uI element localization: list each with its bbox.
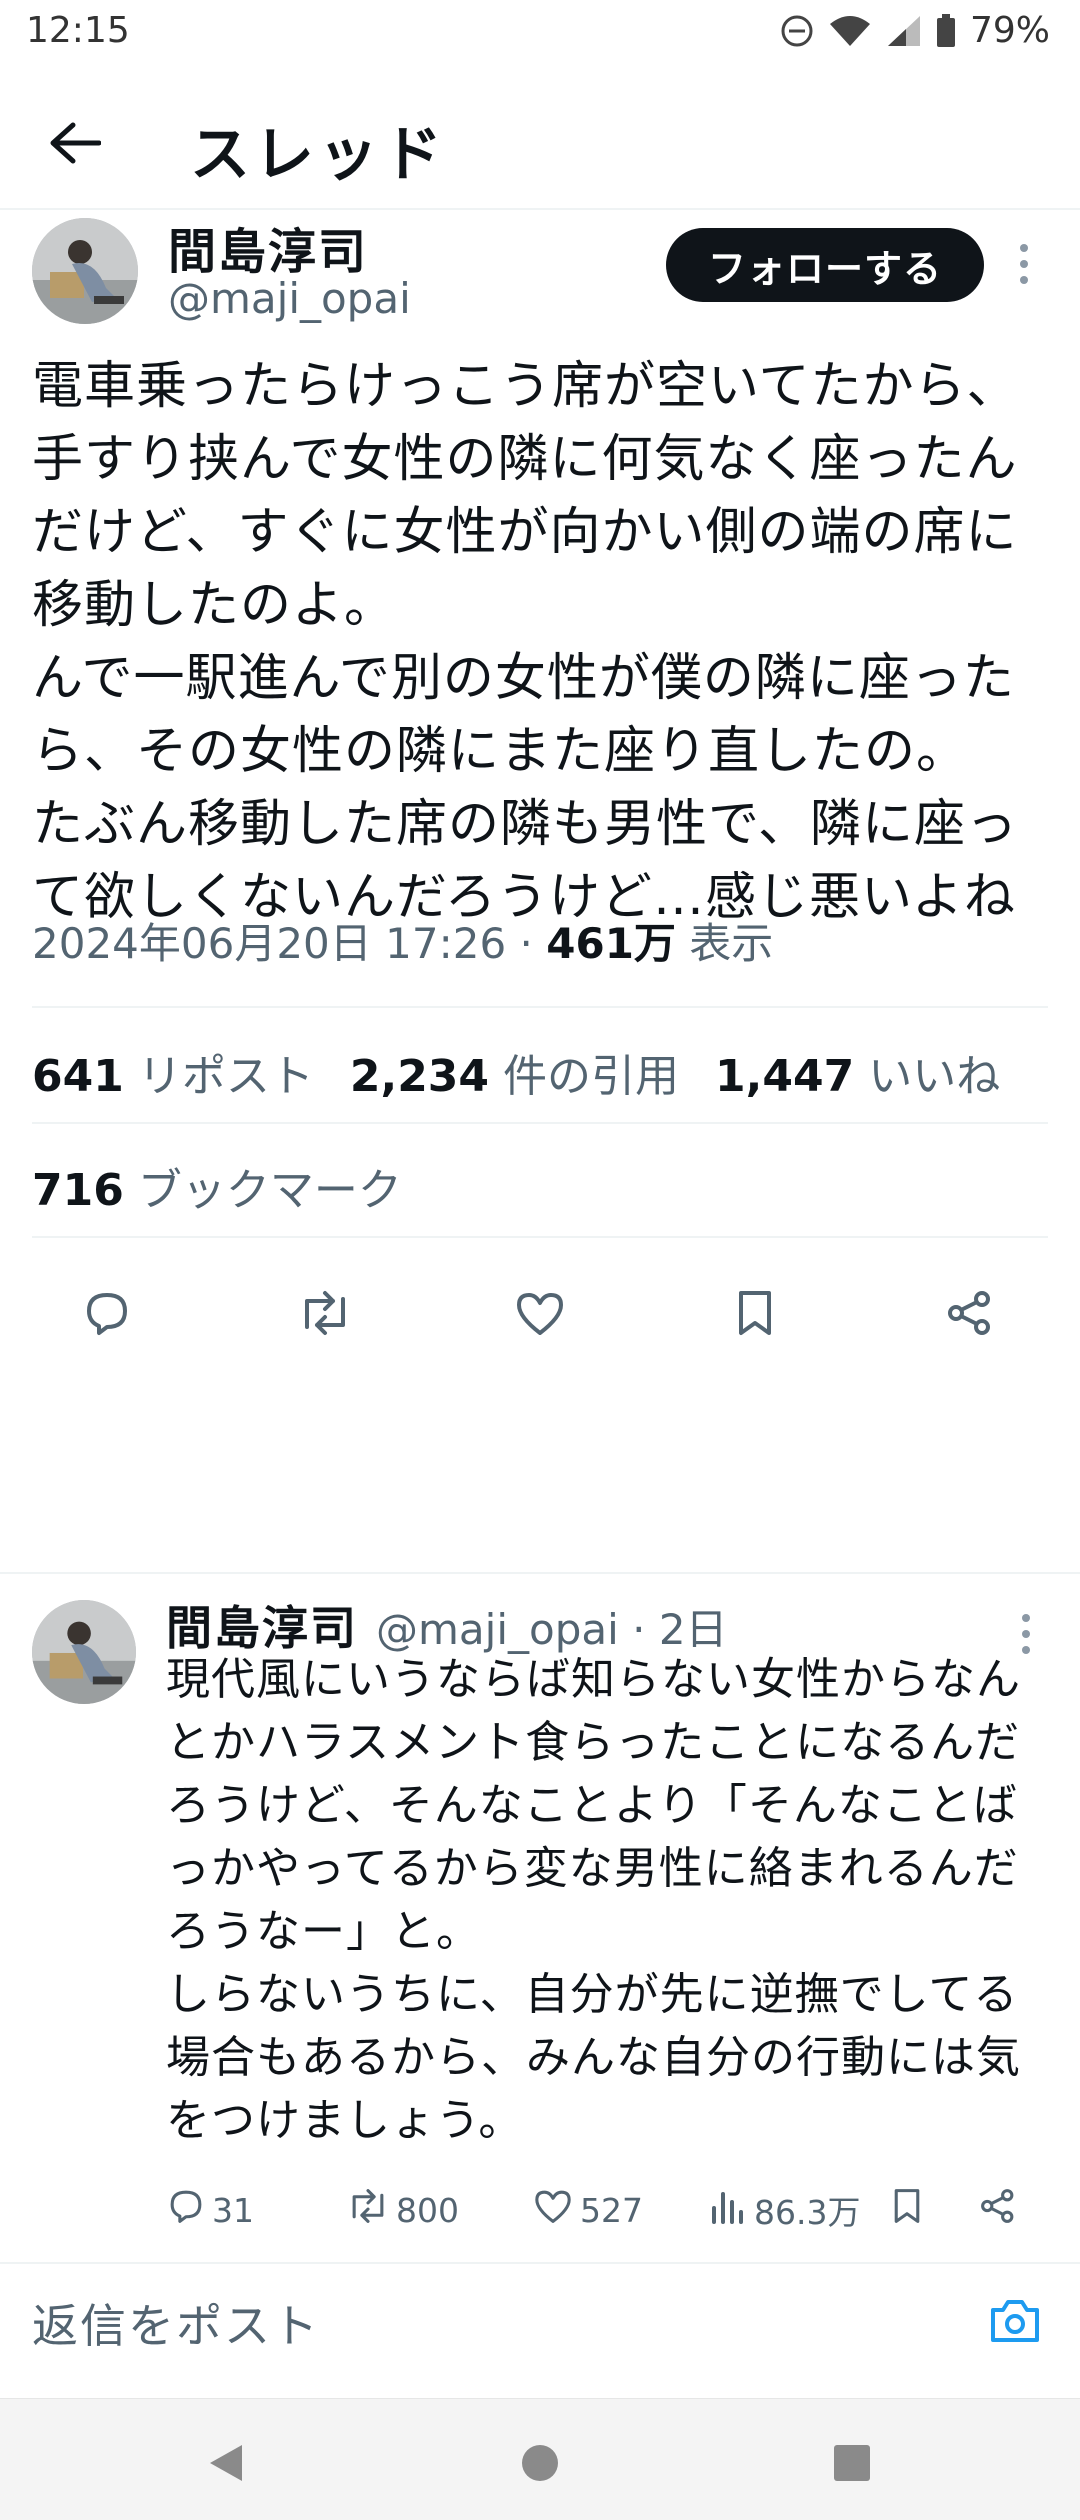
- tweet-meta: 2024年06月20日 17:26 · 461万 表示: [32, 910, 773, 971]
- tweet-actions: [0, 1270, 1080, 1360]
- divider: [32, 1006, 1048, 1008]
- quotes-stat[interactable]: 2,234 件の引用: [350, 1040, 679, 1104]
- heart-icon: [513, 1287, 567, 1343]
- reply-share-button[interactable]: [978, 2180, 1018, 2240]
- reply-avatar[interactable]: [32, 1600, 136, 1704]
- bar-chart-icon: [708, 2186, 748, 2234]
- repost-icon: [346, 2186, 390, 2234]
- system-navigation-bar: [0, 2398, 1080, 2520]
- reposts-count: 641: [32, 1051, 124, 1102]
- views-count: 461万: [546, 919, 676, 968]
- battery-icon: [936, 13, 956, 48]
- dot-separator: ·: [519, 919, 533, 968]
- reply-reply-button[interactable]: 31: [166, 2180, 254, 2240]
- avatar[interactable]: [32, 218, 138, 324]
- reply-actions: 31 800 527 86.3万: [160, 2180, 1040, 2240]
- share-icon: [978, 2186, 1018, 2234]
- circle-home-icon: [520, 2443, 560, 2487]
- likes-stat[interactable]: 1,447 いいね: [715, 1040, 1000, 1104]
- camera-button[interactable]: [982, 2290, 1048, 2356]
- reply-text: 現代風にいうならば知らない女性からなんとかハラスメント食らったことになるんだろう…: [166, 1654, 1021, 2146]
- reply-author-name: 間島淳司: [166, 1601, 358, 1655]
- reply-bookmark-button[interactable]: [890, 2180, 924, 2240]
- like-button[interactable]: [505, 1280, 575, 1350]
- divider: [32, 1236, 1048, 1238]
- page-title: スレッド: [190, 120, 446, 190]
- nav-back-button[interactable]: [196, 2435, 256, 2495]
- repost-icon: [297, 1287, 353, 1343]
- share-icon: [944, 1287, 996, 1343]
- views-label: 表示: [689, 919, 774, 968]
- reposts-stat[interactable]: 641 リポスト: [32, 1040, 314, 1104]
- author-handle[interactable]: @maji_opai: [168, 274, 411, 323]
- reply-input[interactable]: 返信をポスト: [32, 2290, 320, 2356]
- divider: [0, 1572, 1080, 1574]
- quotes-label: 件の引用: [503, 1051, 680, 1102]
- share-button[interactable]: [935, 1280, 1005, 1350]
- quotes-count: 2,234: [349, 1051, 490, 1102]
- reply-author-handle: @maji_opai · 2日: [376, 1605, 728, 1654]
- camera-icon: [987, 2296, 1043, 2350]
- battery-percent: 79%: [969, 10, 1050, 51]
- reply-icon: [81, 1287, 133, 1343]
- author-name[interactable]: 間島淳司: [168, 212, 368, 282]
- square-recents-icon: [832, 2443, 872, 2487]
- wifi-icon: [828, 14, 872, 48]
- bookmark-button[interactable]: [720, 1280, 790, 1350]
- thread-header: スレッド: [0, 80, 1080, 210]
- bookmark-icon: [890, 2186, 924, 2234]
- repost-button[interactable]: [290, 1280, 360, 1350]
- bookmarks-label: ブックマーク: [137, 1165, 402, 1216]
- reply-likes-count: 527: [580, 2190, 643, 2230]
- divider: [32, 1122, 1048, 1124]
- back-button[interactable]: [40, 110, 110, 180]
- reply-replies-count: 31: [212, 2190, 254, 2230]
- status-bar: 12:15 79%: [0, 0, 1080, 66]
- reply-button[interactable]: [72, 1280, 142, 1350]
- likes-label: いいね: [868, 1051, 1001, 1102]
- bookmarks-count: 716: [32, 1165, 124, 1216]
- follow-button[interactable]: フォローする: [666, 228, 984, 302]
- dnd-icon: [780, 14, 814, 48]
- tweet-timestamp[interactable]: 2024年06月20日 17:26: [32, 919, 506, 968]
- nav-home-button[interactable]: [510, 2435, 570, 2495]
- signal-icon: [886, 14, 922, 48]
- nav-recents-button[interactable]: [822, 2435, 882, 2495]
- reply-composer: 返信をポスト: [0, 2262, 1080, 2382]
- heart-icon: [532, 2186, 574, 2234]
- arrow-left-icon: [49, 121, 102, 169]
- triangle-back-icon: [206, 2441, 246, 2489]
- reply-views-button[interactable]: 86.3万: [708, 2180, 860, 2240]
- more-options-icon[interactable]: [1012, 240, 1036, 294]
- reply-views-count: 86.3万: [754, 2193, 861, 2232]
- reply-like-button[interactable]: 527: [532, 2180, 643, 2240]
- likes-count: 1,447: [715, 1051, 855, 1102]
- reply-repost-button[interactable]: 800: [346, 2180, 459, 2240]
- bookmark-icon: [733, 1287, 777, 1343]
- tweet-text: 電車乗ったらけっこう席が空いてたから、手すり挟んで女性の隣に何気なく座ったんだけ…: [32, 357, 1019, 927]
- engagement-stats: 641 リポスト 2,234 件の引用 1,447 いいね: [32, 1040, 1036, 1104]
- bookmarks-stat[interactable]: 716 ブックマーク: [32, 1154, 402, 1218]
- status-time: 12:15: [26, 10, 130, 51]
- reply-reposts-count: 800: [396, 2190, 459, 2230]
- reposts-label: リポスト: [137, 1051, 314, 1102]
- reply-icon: [166, 2186, 206, 2234]
